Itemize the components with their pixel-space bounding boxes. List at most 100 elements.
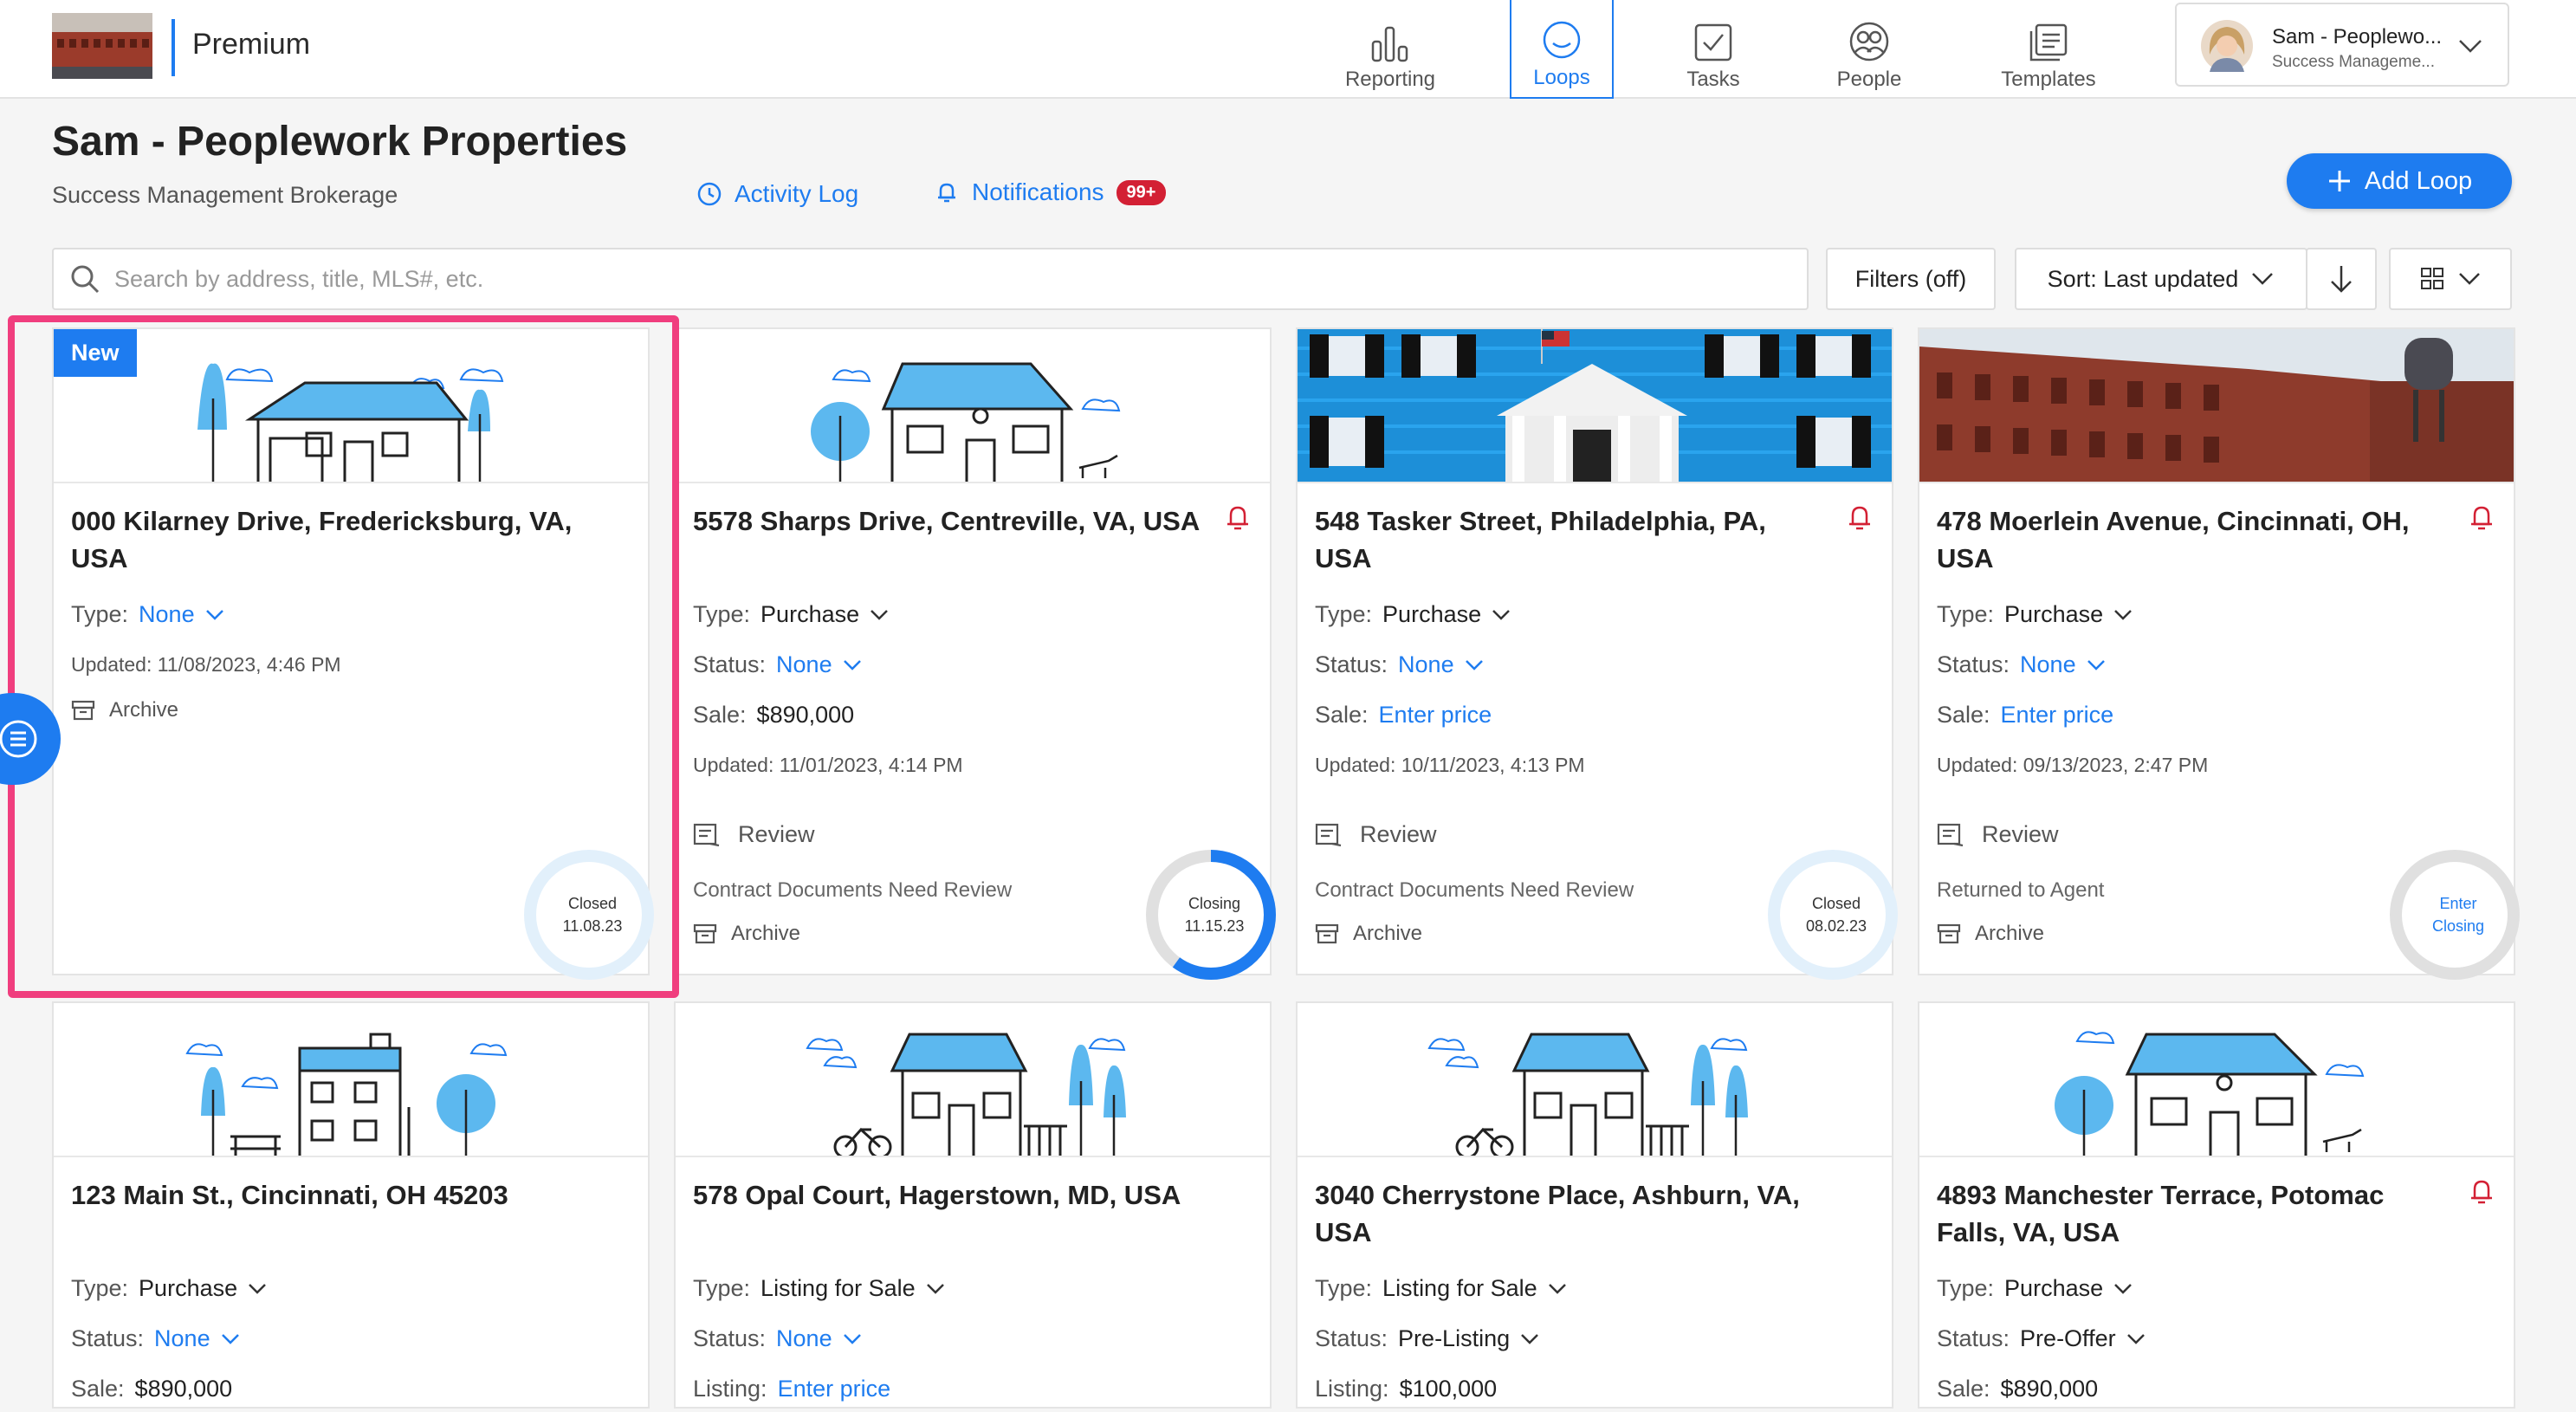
status-dropdown[interactable]: None <box>2020 651 2076 678</box>
house-photo <box>1298 329 1892 483</box>
loop-sale-row: Sale: $890,000 <box>71 1376 232 1402</box>
loop-address[interactable]: 478 Moerlein Avenue, Cincinnati, OH, USA <box>1937 502 2439 577</box>
chevron-down-icon[interactable] <box>2113 1283 2133 1295</box>
search-bar[interactable] <box>52 248 1809 310</box>
chevron-down-icon[interactable] <box>221 1333 240 1345</box>
listing-price[interactable]: $100,000 <box>1400 1376 1498 1402</box>
sale-price[interactable]: $890,000 <box>2001 1376 2099 1402</box>
type-dropdown[interactable]: Purchase <box>1382 601 1481 628</box>
chevron-down-icon[interactable] <box>843 659 862 671</box>
activity-log-link[interactable]: Activity Log <box>696 180 858 208</box>
nav-reporting[interactable]: Reporting <box>1338 0 1442 99</box>
user-menu[interactable]: Sam - Peoplewo... Success Manageme... <box>2175 3 2509 87</box>
loop-address[interactable]: 3040 Cherrystone Place, Ashburn, VA, USA <box>1315 1176 1817 1251</box>
loop-address[interactable]: 5578 Sharps Drive, Centreville, VA, USA <box>693 502 1230 540</box>
archive-button[interactable]: Archive <box>693 922 800 946</box>
nav-templates[interactable]: Templates <box>1988 0 2109 99</box>
type-dropdown[interactable]: Purchase <box>2004 1275 2103 1302</box>
sort-direction-button[interactable] <box>2306 248 2377 310</box>
chevron-down-icon[interactable] <box>2113 609 2133 621</box>
loop-card[interactable]: New 000 Kilarney Drive, Fredericksburg, … <box>52 327 654 980</box>
filters-button[interactable]: Filters (off) <box>1826 248 1996 310</box>
nav-people[interactable]: People <box>1817 0 1921 99</box>
loop-card[interactable]: 478 Moerlein Avenue, Cincinnati, OH, USA… <box>1918 327 2520 980</box>
ring-date: 11.08.23 <box>562 917 623 935</box>
bell-icon[interactable] <box>1223 502 1252 534</box>
sale-price[interactable]: Enter price <box>2001 702 2114 729</box>
archive-button[interactable]: Archive <box>1315 922 1422 946</box>
loop-card[interactable]: 5578 Sharps Drive, Centreville, VA, USA … <box>674 327 1276 980</box>
loop-address[interactable]: 548 Tasker Street, Philadelphia, PA, USA <box>1315 502 1817 577</box>
type-dropdown[interactable]: Purchase <box>139 1275 237 1302</box>
loop-address[interactable]: 4893 Manchester Terrace, Potomac Falls, … <box>1937 1176 2439 1251</box>
status-label: Status: <box>1937 651 2010 677</box>
type-dropdown[interactable]: Listing for Sale <box>761 1275 916 1302</box>
status-dropdown[interactable]: None <box>154 1325 210 1352</box>
search-input[interactable] <box>114 265 1760 293</box>
archive-button[interactable]: Archive <box>71 698 178 722</box>
review-button[interactable]: Review <box>1937 821 2059 848</box>
loop-card[interactable]: 123 Main St., Cincinnati, OH 45203 Type:… <box>52 1001 650 1409</box>
archive-icon <box>693 923 717 944</box>
archive-label: Archive <box>109 698 179 722</box>
sale-price[interactable]: $890,000 <box>757 702 855 729</box>
closing-date-ring-text: Closing 11.15.23 <box>1145 845 1284 984</box>
loop-address[interactable]: 000 Kilarney Drive, Fredericksburg, VA, … <box>71 502 573 577</box>
chevron-down-icon[interactable] <box>1520 1333 1539 1345</box>
chevron-down-icon[interactable] <box>1492 609 1511 621</box>
review-label: Review <box>1982 821 2059 847</box>
loop-card[interactable]: 4893 Manchester Terrace, Potomac Falls, … <box>1918 1001 2515 1409</box>
chevron-down-icon[interactable] <box>926 1283 945 1295</box>
chevron-down-icon[interactable] <box>1465 659 1484 671</box>
chevron-down-icon[interactable] <box>248 1283 267 1295</box>
archive-button[interactable]: Archive <box>1937 922 2044 946</box>
review-button[interactable]: Review <box>693 821 815 848</box>
review-icon <box>1315 823 1342 846</box>
status-dropdown[interactable]: None <box>776 1325 832 1352</box>
status-dropdown[interactable]: None <box>1398 651 1454 678</box>
loop-address[interactable]: 578 Opal Court, Hagerstown, MD, USA <box>693 1176 1247 1214</box>
loop-card[interactable]: 578 Opal Court, Hagerstown, MD, USA Type… <box>674 1001 1272 1409</box>
chevron-down-icon[interactable] <box>870 609 889 621</box>
nav-loops[interactable]: Loops <box>1510 0 1614 99</box>
sale-price[interactable]: $890,000 <box>135 1376 233 1402</box>
chevron-down-icon[interactable] <box>2126 1333 2146 1345</box>
status-label: Status: <box>693 1325 767 1351</box>
sale-price[interactable]: Enter price <box>1379 702 1492 729</box>
status-dropdown[interactable]: None <box>776 651 832 678</box>
archive-icon <box>1315 923 1339 944</box>
bell-icon[interactable] <box>2467 1176 2496 1208</box>
status-dropdown[interactable]: Pre-Listing <box>1398 1325 1510 1352</box>
bell-icon[interactable] <box>2467 502 2496 534</box>
chevron-down-icon[interactable] <box>205 609 224 621</box>
loop-address[interactable]: 123 Main St., Cincinnati, OH 45203 <box>71 1176 625 1214</box>
loop-card[interactable]: 3040 Cherrystone Place, Ashburn, VA, USA… <box>1296 1001 1893 1409</box>
listing-price[interactable]: Enter price <box>778 1376 891 1402</box>
type-dropdown[interactable]: None <box>139 601 195 628</box>
review-button[interactable]: Review <box>1315 821 1437 848</box>
view-toggle[interactable] <box>2389 248 2512 310</box>
loop-status-row: Status: None <box>1315 651 1484 678</box>
nav-tasks[interactable]: Tasks <box>1661 0 1765 99</box>
new-badge: New <box>54 329 137 377</box>
status-dropdown[interactable]: Pre-Offer <box>2020 1325 2116 1352</box>
type-dropdown[interactable]: Listing for Sale <box>1382 1275 1537 1302</box>
chevron-down-icon[interactable] <box>1548 1283 1567 1295</box>
logo-separator <box>172 19 175 76</box>
chevron-down-icon <box>2459 40 2482 53</box>
loop-listing-row: Listing: $100,000 <box>1315 1376 1497 1402</box>
add-loop-button[interactable]: Add Loop <box>2287 153 2512 209</box>
loop-card[interactable]: 548 Tasker Street, Philadelphia, PA, USA… <box>1296 327 1898 980</box>
loop-sale-row: Sale: $890,000 <box>693 702 854 729</box>
type-dropdown[interactable]: Purchase <box>761 601 859 628</box>
chevron-down-icon[interactable] <box>2087 659 2106 671</box>
updated-timestamp: Updated: 10/11/2023, 4:13 PM <box>1315 754 1585 776</box>
chevron-down-icon[interactable] <box>843 1333 862 1345</box>
bar-chart-icon <box>1371 26 1408 62</box>
notifications-link[interactable]: Notifications 99+ <box>934 178 1167 206</box>
bell-icon[interactable] <box>1845 502 1874 534</box>
loop-status-row: Status: None <box>693 651 862 678</box>
enter-closing-button[interactable]: Enter Closing <box>2389 845 2527 984</box>
sort-dropdown[interactable]: Sort: Last updated <box>2015 248 2307 310</box>
type-dropdown[interactable]: Purchase <box>2004 601 2103 628</box>
